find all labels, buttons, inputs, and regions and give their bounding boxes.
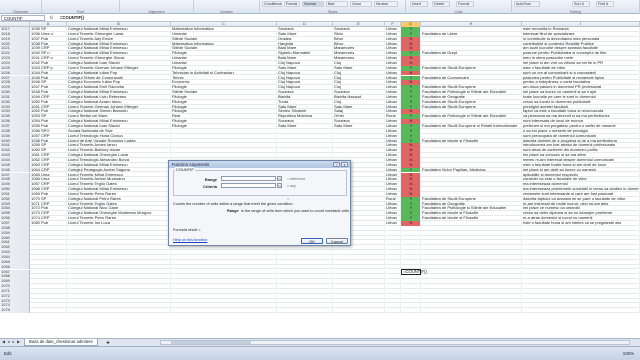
formula-result: Formula result = bbox=[173, 228, 201, 232]
criteria-result: = any bbox=[287, 184, 296, 188]
range-result: = reference bbox=[287, 177, 306, 181]
function-description: Counts the number of cells within a rang… bbox=[173, 202, 294, 206]
ribbon-button[interactable]: AutoSum bbox=[514, 1, 540, 7]
criteria-input[interactable] bbox=[221, 183, 276, 188]
criteria-label: Criteria bbox=[202, 184, 217, 189]
ribbon-button[interactable]: Normal bbox=[302, 1, 324, 7]
range-label: Range bbox=[204, 177, 217, 182]
formula-bar: COUNTIF fx =COUNTIF() bbox=[0, 14, 640, 22]
range-collapse-icon[interactable]: □ bbox=[277, 176, 282, 181]
argument-name: Range bbox=[227, 209, 239, 213]
status-bar: Edit 100% bbox=[0, 346, 640, 360]
dialog-title-bar[interactable]: Function Arguments ? x bbox=[169, 161, 350, 168]
ok-button[interactable]: OK bbox=[301, 238, 323, 244]
equals-result: = bbox=[287, 197, 290, 201]
ribbon-group-label: Font bbox=[76, 9, 85, 14]
active-cell-editor[interactable]: =COUNTIF() bbox=[401, 269, 427, 275]
sheet-tab[interactable]: Baza de date_chestionar admitere bbox=[24, 339, 98, 346]
ribbon-button[interactable]: Find & bbox=[596, 1, 614, 7]
ribbon-button[interactable]: Bad bbox=[326, 1, 348, 7]
help-link[interactable]: Help on this function bbox=[173, 238, 207, 242]
table-row: 1075 bbox=[0, 308, 640, 314]
cell[interactable] bbox=[333, 308, 385, 314]
ribbon-group-label: Styles bbox=[327, 9, 338, 14]
ribbon-group: Alignment bbox=[120, 0, 194, 14]
cell[interactable] bbox=[421, 308, 522, 314]
scrollbar-thumb[interactable] bbox=[171, 341, 251, 344]
arguments-group-label: COUNTIF bbox=[175, 167, 195, 172]
function-arguments-dialog: Function Arguments ? x COUNTIF Range □ =… bbox=[168, 160, 351, 246]
cell[interactable] bbox=[277, 308, 333, 314]
row-number: 1075 bbox=[0, 308, 30, 314]
fx-icon[interactable]: fx bbox=[50, 15, 53, 21]
cell[interactable] bbox=[522, 308, 640, 314]
cell[interactable] bbox=[30, 308, 67, 314]
range-input[interactable] bbox=[221, 176, 276, 181]
last-sheet-icon[interactable]: ▶ bbox=[16, 340, 21, 345]
ribbon-group: Font bbox=[42, 0, 120, 14]
cell[interactable] bbox=[401, 308, 421, 314]
excel-window: Clipboard Font Alignment Number Styles Cells E… bbox=[0, 0, 640, 360]
ribbon-group-label: Clipboard bbox=[12, 9, 29, 14]
zoom-level[interactable]: 100% bbox=[623, 351, 634, 356]
ribbon-group: Number bbox=[194, 0, 260, 14]
cancel-button[interactable]: Cancel bbox=[326, 238, 348, 244]
criteria-collapse-icon[interactable]: □ bbox=[277, 183, 282, 188]
status-mode: Edit bbox=[4, 351, 12, 356]
ribbon-button[interactable]: Conditional bbox=[262, 1, 282, 7]
ribbon-button[interactable]: Delete bbox=[432, 1, 450, 7]
ribbon-button[interactable]: Format bbox=[456, 1, 474, 7]
ribbon-group-label: Cells bbox=[454, 9, 463, 14]
ribbon-button[interactable]: Sort & bbox=[572, 1, 590, 7]
argument-description: is the range of cells from which you wan… bbox=[241, 209, 351, 213]
formula-input[interactable]: =COUNTIF() bbox=[60, 15, 84, 21]
ribbon-group-label: Editing bbox=[570, 9, 581, 14]
name-box[interactable]: COUNTIF bbox=[1, 15, 45, 21]
insert-sheet-icon[interactable]: ✚ bbox=[104, 340, 112, 345]
sheet-tab-bar: ◀ ◂ ▸ ▶ Baza de date_chestionar admitere… bbox=[0, 338, 640, 346]
ribbon-button[interactable]: Good bbox=[350, 1, 372, 7]
horizontal-scrollbar[interactable] bbox=[160, 340, 630, 345]
ribbon: Clipboard Font Alignment Number Styles Cells E… bbox=[0, 0, 640, 14]
cell[interactable] bbox=[67, 308, 171, 314]
close-icon[interactable]: x bbox=[341, 162, 348, 167]
ribbon-group: Clipboard bbox=[0, 0, 42, 14]
help-icon[interactable]: ? bbox=[333, 162, 340, 167]
cell[interactable] bbox=[385, 308, 401, 314]
ribbon-button[interactable]: Insert bbox=[410, 1, 428, 7]
ribbon-button[interactable]: Format bbox=[284, 1, 300, 7]
cell[interactable] bbox=[171, 308, 277, 314]
ribbon-group-label: Alignment bbox=[148, 9, 165, 14]
ribbon-group-label: Number bbox=[220, 9, 233, 14]
ribbon-button[interactable]: Neutral bbox=[374, 1, 398, 7]
